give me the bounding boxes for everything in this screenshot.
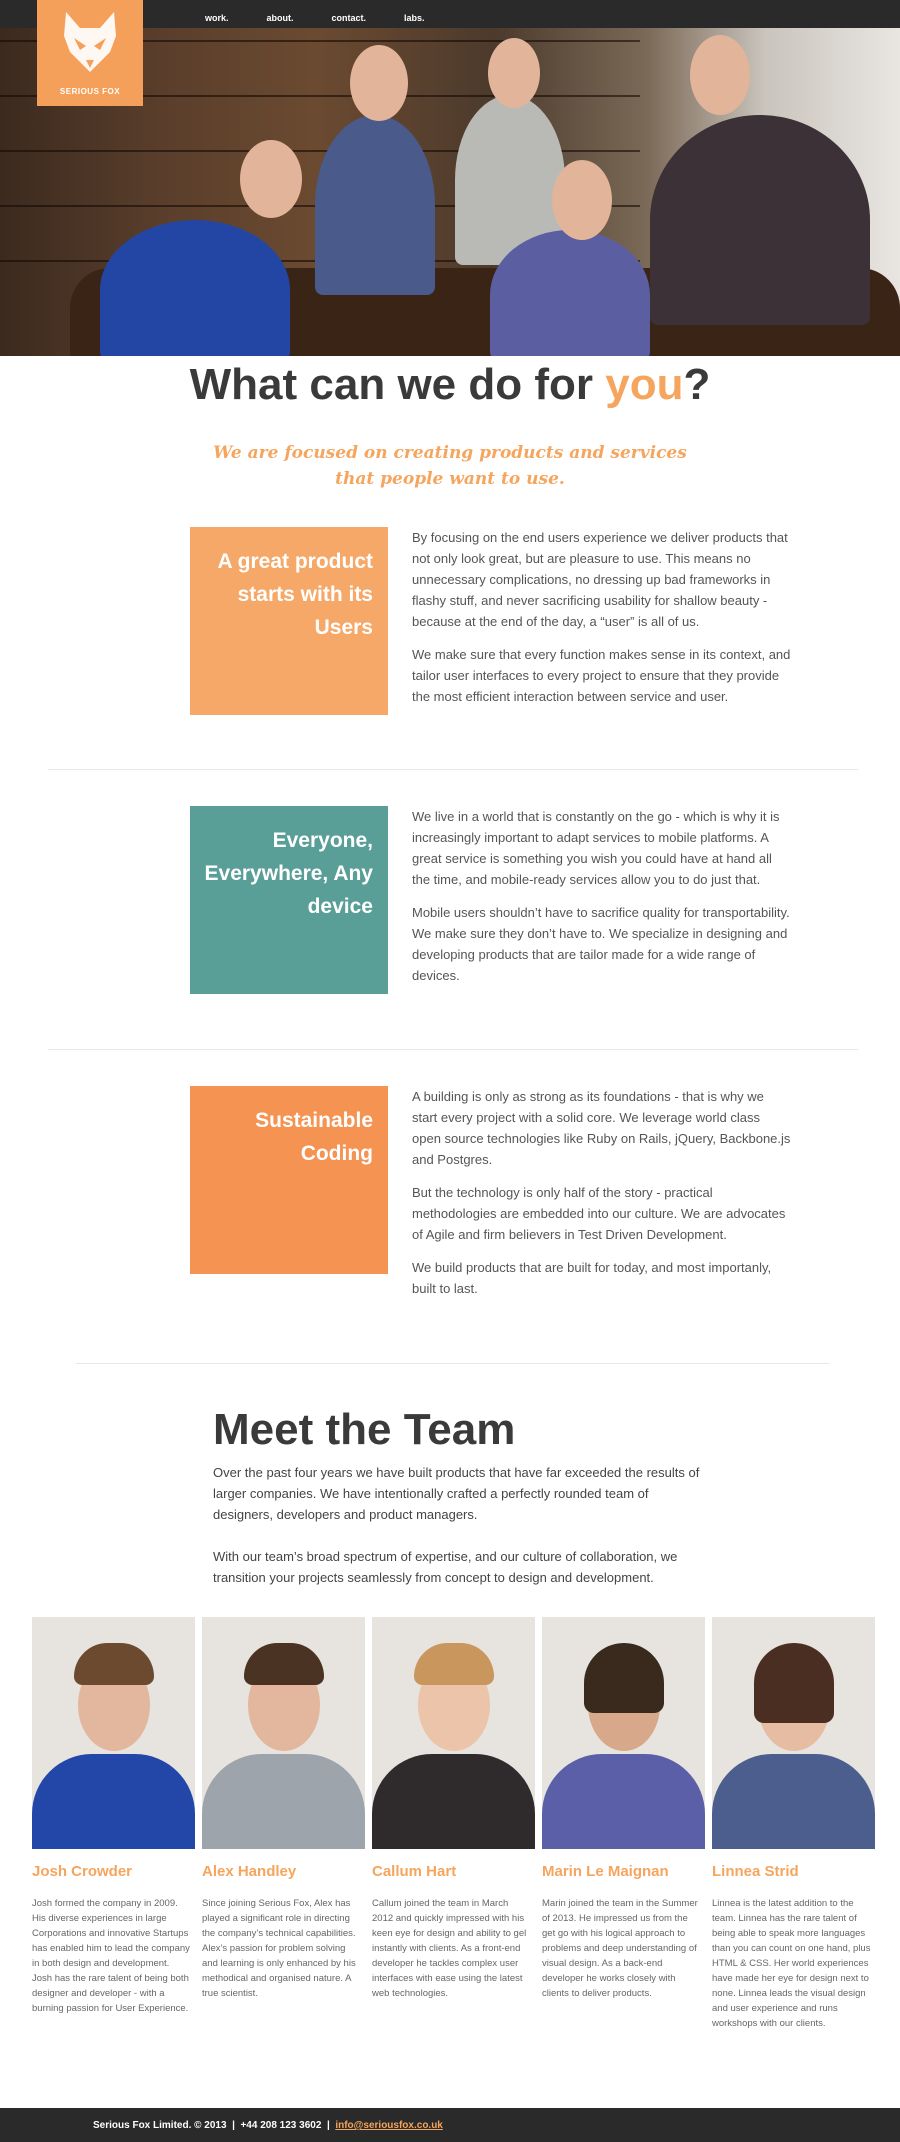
tagline: We are focused on creating products and … [213,443,687,489]
team-member: Linnea Strid Linnea is the latest additi… [712,1617,875,2031]
feature-box: A great product starts with its Users [190,527,388,715]
feature-text: A building is only as strong as its foun… [412,1086,792,1311]
nav-item-labs[interactable]: labs. [404,13,425,23]
feature-box: Everyone, Everywhere, Any device [190,806,388,994]
feature-paragraph: Mobile users shouldn’t have to sacrifice… [412,905,790,983]
footer-separator: | [326,2120,330,2131]
person-figure [315,115,435,295]
feature-text: We live in a world that is constantly on… [412,806,792,998]
feature-paragraph: We live in a world that is constantly on… [412,809,780,887]
person-figure [650,115,870,325]
person-figure [100,220,290,356]
team-intro: With our team’s broad spectrum of expert… [213,1549,678,1585]
person-head [552,160,612,240]
fox-head-icon [64,12,116,72]
member-name: Alex Handley [202,1863,297,1880]
member-photo [712,1617,875,1849]
feature-devices: Everyone, Everywhere, Any device We live… [190,806,790,1006]
team-heading: Meet the Team [213,1405,516,1454]
footer-email-link[interactable]: info@seriousfox.co.uk [335,2120,443,2131]
member-bio: Marin joined the team in the Summer of 2… [542,1898,698,1999]
footer: Serious Fox Limited. © 2013 | +44 208 12… [0,2108,900,2142]
team-member: Callum Hart Callum joined the team in Ma… [372,1617,535,2001]
footer-separator: | [232,2120,235,2131]
title-suffix: ? [683,360,711,409]
feature-paragraph: A building is only as strong as its foun… [412,1089,791,1167]
feature-users: A great product starts with its Users By… [190,527,790,727]
member-name: Josh Crowder [32,1863,133,1880]
member-bio: Since joining Serious Fox, Alex has play… [202,1898,356,1999]
feature-paragraph: We build products that are built for tod… [412,1260,772,1296]
brand-name: SERIOUS FOX [59,87,121,96]
team-member: Alex Handley Since joining Serious Fox, … [202,1617,365,2001]
person-head [488,38,540,108]
member-name: Callum Hart [372,1863,457,1880]
member-name: Marin Le Maignan [542,1863,669,1880]
title-prefix: What can we do for [189,360,606,409]
member-photo [542,1617,705,1849]
divider [48,1049,858,1050]
member-bio: Linnea is the latest addition to the tea… [712,1898,871,2029]
feature-coding: Sustainable Coding A building is only as… [190,1086,790,1326]
team-member: Marin Le Maignan Marin joined the team i… [542,1617,705,2001]
serious-fox-logo[interactable]: SERIOUS FOX [37,0,143,106]
divider [48,769,858,770]
team-member: Josh Crowder Josh formed the company in … [32,1617,195,2016]
nav-item-contact[interactable]: contact. [332,13,367,23]
person-head [690,35,750,115]
feature-paragraph: We make sure that every function makes s… [412,647,791,704]
divider [76,1363,830,1364]
team-intro: Over the past four years we have built p… [213,1465,700,1522]
member-photo [202,1617,365,1849]
member-bio: Josh formed the company in 2009. His div… [32,1898,190,2014]
feature-text: By focusing on the end users experience … [412,527,792,719]
title-highlight: you [605,360,684,409]
footer-phone: +44 208 123 3602 [240,2120,322,2131]
nav-item-work[interactable]: work. [205,13,229,23]
person-head [240,140,302,218]
page-title: What can we do for you? [0,360,900,410]
nav-menu: work. about. contact. labs. [205,8,425,26]
member-photo [32,1617,195,1849]
nav-item-about[interactable]: about. [267,13,294,23]
member-photo [372,1617,535,1849]
feature-paragraph: By focusing on the end users experience … [412,530,788,629]
person-figure [490,230,650,356]
feature-paragraph: But the technology is only half of the s… [412,1185,786,1242]
footer-text: Serious Fox Limited. © 2013 | +44 208 12… [93,2120,443,2131]
footer-company: Serious Fox Limited. © 2013 [93,2120,227,2131]
member-name: Linnea Strid [712,1863,799,1880]
feature-box: Sustainable Coding [190,1086,388,1274]
person-head [350,45,408,121]
member-bio: Callum joined the team in March 2012 and… [372,1898,527,1999]
